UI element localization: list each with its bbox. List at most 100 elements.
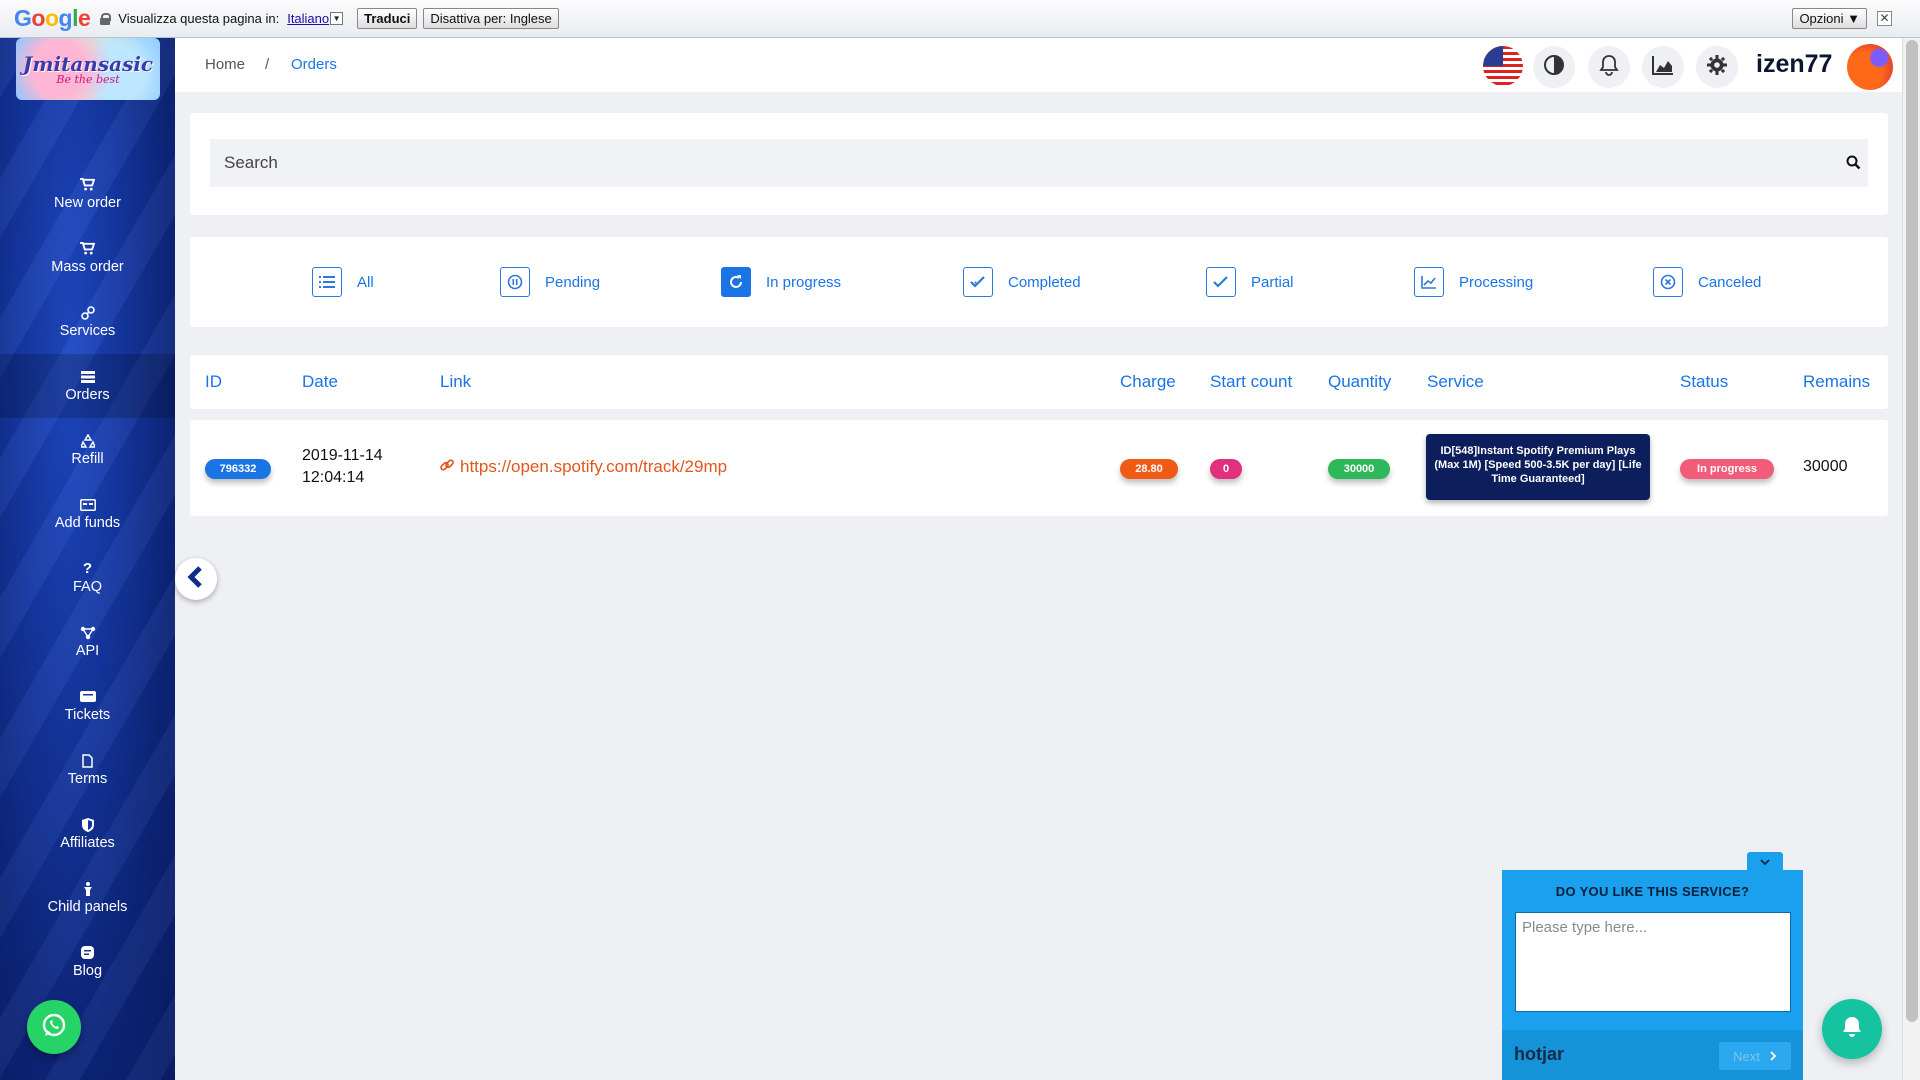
filter-completed[interactable]: Completed: [963, 267, 1081, 297]
sidebar-nav: New order Mass order Services Orders Ref…: [0, 162, 175, 994]
notifications-button[interactable]: [1588, 46, 1630, 88]
filter-in-progress[interactable]: In progress: [721, 267, 841, 297]
translate-button[interactable]: Traduci: [357, 8, 418, 29]
column-header-service[interactable]: Service: [1427, 372, 1484, 392]
hotjar-logo: hotjar: [1514, 1044, 1565, 1064]
avatar[interactable]: [1847, 44, 1893, 90]
sidebar-item-affiliates[interactable]: Affiliates: [0, 802, 175, 866]
column-header-start-count[interactable]: Start count: [1210, 372, 1292, 392]
sidebar-item-services[interactable]: Services: [0, 290, 175, 354]
site-logo[interactable]: Jmitansasic Be the best: [16, 38, 160, 100]
google-logo: Google: [14, 5, 91, 31]
refresh-icon: [721, 267, 751, 297]
sidebar-item-label: Services: [59, 322, 116, 339]
filter-canceled[interactable]: Canceled: [1653, 267, 1761, 297]
sidebar-item-label: Orders: [65, 386, 110, 403]
filter-label: Processing: [1459, 273, 1534, 291]
language-select[interactable]: Italiano: [287, 11, 329, 26]
order-date: 2019-11-14: [302, 447, 383, 464]
next-label: Next: [1733, 1048, 1760, 1064]
column-header-date[interactable]: Date: [302, 372, 338, 392]
filter-all[interactable]: All: [312, 267, 374, 297]
top-header: Home / Orders izen77: [175, 38, 1902, 92]
column-header-remains[interactable]: Remains: [1803, 372, 1870, 392]
sidebar-item-faq[interactable]: ? FAQ: [0, 546, 175, 610]
sidebar-item-label: Blog: [72, 962, 103, 979]
collapse-sidebar-button[interactable]: [175, 558, 217, 600]
breadcrumb-separator: /: [265, 56, 270, 73]
quantity-badge: 30000: [1328, 459, 1390, 479]
sidebar-item-child-panels[interactable]: Child panels: [0, 866, 175, 930]
child-icon: [80, 881, 96, 896]
breadcrumb-current: Orders: [291, 56, 337, 73]
translate-prompt: Visualizza questa pagina in:: [118, 11, 280, 26]
sidebar-item-api[interactable]: API: [0, 610, 175, 674]
whatsapp-button[interactable]: [27, 1000, 81, 1054]
status-badge: In progress: [1680, 459, 1774, 479]
sidebar-item-label: New order: [54, 194, 121, 211]
us-flag-icon[interactable]: [1483, 46, 1523, 86]
page-scrollbar[interactable]: [1902, 38, 1920, 1080]
sidebar-item-mass-order[interactable]: Mass order: [0, 226, 175, 290]
sidebar-item-terms[interactable]: Terms: [0, 738, 175, 802]
check-double-icon: [963, 267, 993, 297]
disable-translate-button[interactable]: Disattiva per: Inglese: [423, 8, 559, 29]
blog-icon: [80, 946, 96, 960]
filter-partial[interactable]: Partial: [1206, 267, 1294, 297]
cancel-icon: [1653, 267, 1683, 297]
order-time: 12:04:14: [302, 469, 365, 486]
sidebar-item-add-funds[interactable]: Add funds: [0, 482, 175, 546]
order-link-text[interactable]: https://open.spotify.com/track/29mp: [460, 457, 727, 477]
sidebar-item-new-order[interactable]: New order: [0, 162, 175, 226]
filter-label: Completed: [1008, 273, 1081, 291]
sidebar-item-blog[interactable]: Blog: [0, 930, 175, 994]
notification-fab[interactable]: [1822, 999, 1882, 1059]
remains-value: 30000: [1803, 458, 1848, 475]
settings-button[interactable]: [1696, 46, 1738, 88]
username[interactable]: izen77: [1756, 50, 1832, 79]
recycle-icon: [80, 433, 96, 448]
theme-toggle-button[interactable]: [1533, 46, 1575, 88]
whatsapp-icon: [40, 1011, 68, 1044]
status-filter-bar: All Pending In progress Completed Partia…: [190, 237, 1888, 327]
feedback-textarea[interactable]: [1515, 912, 1791, 1012]
column-header-quantity[interactable]: Quantity: [1328, 372, 1391, 392]
breadcrumb-home[interactable]: Home: [205, 56, 245, 73]
sidebar-item-orders[interactable]: Orders: [0, 354, 175, 418]
close-icon[interactable]: ✕: [1877, 11, 1892, 26]
search-icon[interactable]: [1842, 151, 1864, 173]
sidebar-item-tickets[interactable]: Tickets: [0, 674, 175, 738]
contrast-icon: [1543, 54, 1565, 81]
service-badge: ID[548]Instant Spotify Premium Plays (Ma…: [1426, 434, 1650, 500]
area-chart-icon: [1652, 55, 1674, 80]
column-header-link[interactable]: Link: [440, 372, 471, 392]
sidebar-item-refill[interactable]: Refill: [0, 418, 175, 482]
pause-icon: [500, 267, 530, 297]
scrollbar-thumb[interactable]: [1906, 40, 1918, 1022]
filter-label: Canceled: [1698, 273, 1762, 291]
order-link[interactable]: https://open.spotify.com/track/29mp: [440, 457, 727, 477]
filter-label: All: [357, 273, 374, 291]
feedback-collapse-button[interactable]: [1747, 852, 1783, 872]
question-icon: ?: [82, 560, 93, 577]
sidebar-item-label: Child panels: [47, 898, 128, 915]
column-header-status[interactable]: Status: [1680, 372, 1728, 392]
filter-pending[interactable]: Pending: [500, 267, 600, 297]
filter-label: In progress: [766, 273, 842, 291]
options-button[interactable]: Opzioni ▼: [1792, 8, 1867, 29]
feedback-next-button[interactable]: Next: [1719, 1042, 1791, 1070]
shield-icon: [80, 817, 96, 832]
column-header-charge[interactable]: Charge: [1120, 372, 1176, 392]
feedback-widget: DO YOU LIKE THIS SERVICE? hotjar Next: [1502, 870, 1803, 1080]
sidebar-item-label: Tickets: [64, 706, 111, 723]
filter-processing[interactable]: Processing: [1414, 267, 1533, 297]
sidebar-item-label: Terms: [67, 770, 108, 787]
card-icon: [79, 498, 96, 512]
sidebar-item-label: FAQ: [72, 578, 102, 595]
list-icon: [80, 370, 96, 384]
statistics-button[interactable]: [1642, 46, 1684, 88]
chevron-down-icon[interactable]: ▼: [330, 12, 344, 25]
chevron-left-icon: [185, 565, 207, 593]
search-input[interactable]: [210, 139, 1868, 187]
column-header-id[interactable]: ID: [205, 372, 222, 392]
